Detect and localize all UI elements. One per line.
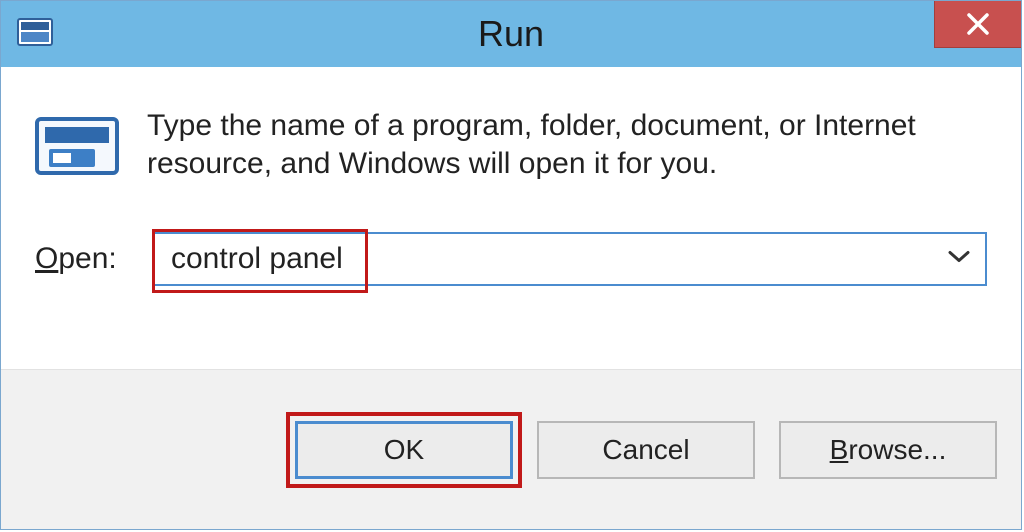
- client-area: Type the name of a program, folder, docu…: [1, 67, 1021, 369]
- button-bar: OK Cancel Browse...: [1, 369, 1021, 529]
- run-large-icon: [35, 113, 119, 184]
- close-icon: [965, 11, 991, 37]
- ok-button-label: OK: [384, 434, 424, 466]
- window-title: Run: [478, 13, 544, 55]
- cancel-button[interactable]: Cancel: [537, 421, 755, 479]
- cancel-button-label: Cancel: [602, 434, 689, 466]
- chevron-down-icon: [947, 249, 971, 270]
- browse-button[interactable]: Browse...: [779, 421, 997, 479]
- dialog-description: Type the name of a program, folder, docu…: [147, 107, 987, 184]
- browse-button-label: Browse...: [830, 434, 947, 466]
- run-dialog: Run Type the name of a program, folder,: [0, 0, 1022, 530]
- run-icon: [17, 18, 53, 51]
- open-label: Open:: [35, 242, 153, 276]
- open-input[interactable]: [169, 241, 935, 277]
- close-button[interactable]: [934, 1, 1021, 48]
- open-combobox[interactable]: [153, 232, 987, 286]
- ok-button[interactable]: OK: [295, 421, 513, 479]
- titlebar[interactable]: Run: [1, 1, 1021, 67]
